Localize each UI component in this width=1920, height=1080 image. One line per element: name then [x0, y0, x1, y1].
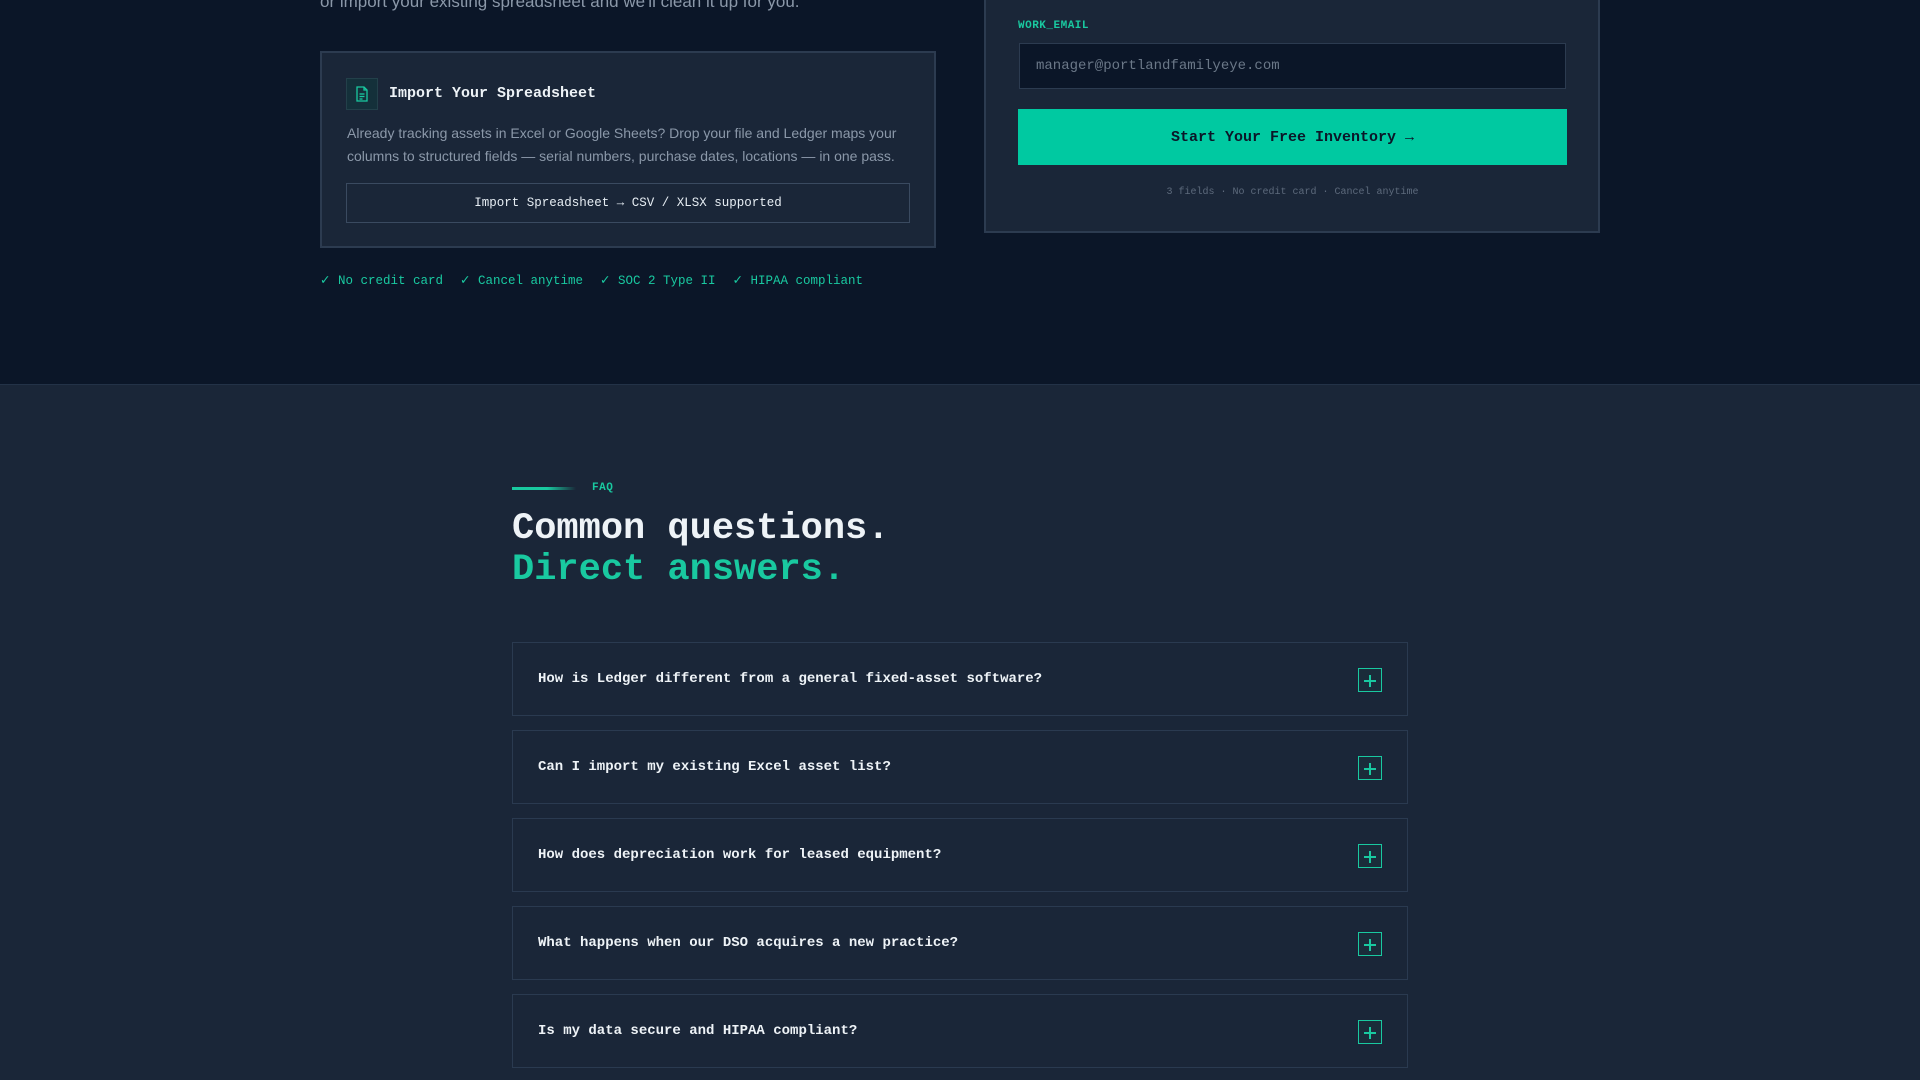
faq-eyebrow: FAQ: [512, 482, 613, 494]
faq-question: Is my data secure and HIPAA compliant?: [538, 1023, 858, 1039]
signup-form-card: WORK_EMAIL Start Your Free Inventory → 3…: [984, 0, 1600, 233]
plus-icon[interactable]: [1358, 756, 1382, 780]
trust-item-cancel-anytime: ✓ Cancel anytime: [460, 274, 583, 288]
signup-section: or import your existing spreadsheet and …: [0, 0, 1920, 384]
faq-heading: Common questions. Direct answers.: [512, 509, 889, 591]
faq-eyebrow-label: FAQ: [592, 482, 614, 494]
import-card-title: Import Your Spreadsheet: [389, 85, 597, 102]
import-card-description: Already tracking assets in Excel or Goog…: [347, 125, 897, 164]
faq-section: FAQ Common questions. Direct answers. Ho…: [0, 384, 1920, 1080]
faq-question: What happens when our DSO acquires a new…: [538, 935, 959, 951]
form-note: 3 fields · No credit card · Cancel anyti…: [1166, 187, 1419, 198]
email-field[interactable]: [1019, 43, 1566, 89]
document-icon: [346, 78, 378, 110]
import-card: Import Your Spreadsheet Already tracking…: [320, 51, 936, 248]
plus-icon[interactable]: [1358, 668, 1382, 692]
start-free-inventory-button[interactable]: Start Your Free Inventory →: [1018, 109, 1567, 165]
faq-list: How is Ledger different from a general f…: [512, 642, 1408, 1080]
faq-item[interactable]: Can I import my existing Excel asset lis…: [512, 730, 1408, 804]
faq-heading-line1: Common questions.: [512, 508, 890, 550]
email-field-label: WORK_EMAIL: [1018, 20, 1090, 32]
trust-item-no-credit-card: ✓ No credit card: [320, 274, 443, 288]
faq-question: How is Ledger different from a general f…: [538, 671, 1043, 687]
trust-badges: ✓ No credit card ✓ Cancel anytime ✓ SOC …: [320, 272, 863, 288]
faq-item[interactable]: Is my data secure and HIPAA compliant?: [512, 994, 1408, 1068]
trust-item-soc2: ✓ SOC 2 Type II: [600, 274, 716, 288]
faq-question: How does depreciation work for leased eq…: [538, 847, 942, 863]
plus-icon[interactable]: [1358, 932, 1382, 956]
faq-heading-line2: Direct answers.: [512, 549, 846, 591]
faq-item[interactable]: What happens when our DSO acquires a new…: [512, 906, 1408, 980]
faq-item[interactable]: How is Ledger different from a general f…: [512, 642, 1408, 716]
trust-item-hipaa: ✓ HIPAA compliant: [732, 274, 864, 288]
intro-text: or import your existing spreadsheet and …: [320, 0, 800, 11]
import-spreadsheet-button[interactable]: Import Spreadsheet → CSV / XLSX supporte…: [346, 183, 910, 223]
faq-question: Can I import my existing Excel asset lis…: [538, 759, 891, 775]
faq-item[interactable]: How does depreciation work for leased eq…: [512, 818, 1408, 892]
eyebrow-accent-line: [512, 486, 576, 490]
plus-icon[interactable]: [1358, 844, 1382, 868]
plus-icon[interactable]: [1358, 1020, 1382, 1044]
